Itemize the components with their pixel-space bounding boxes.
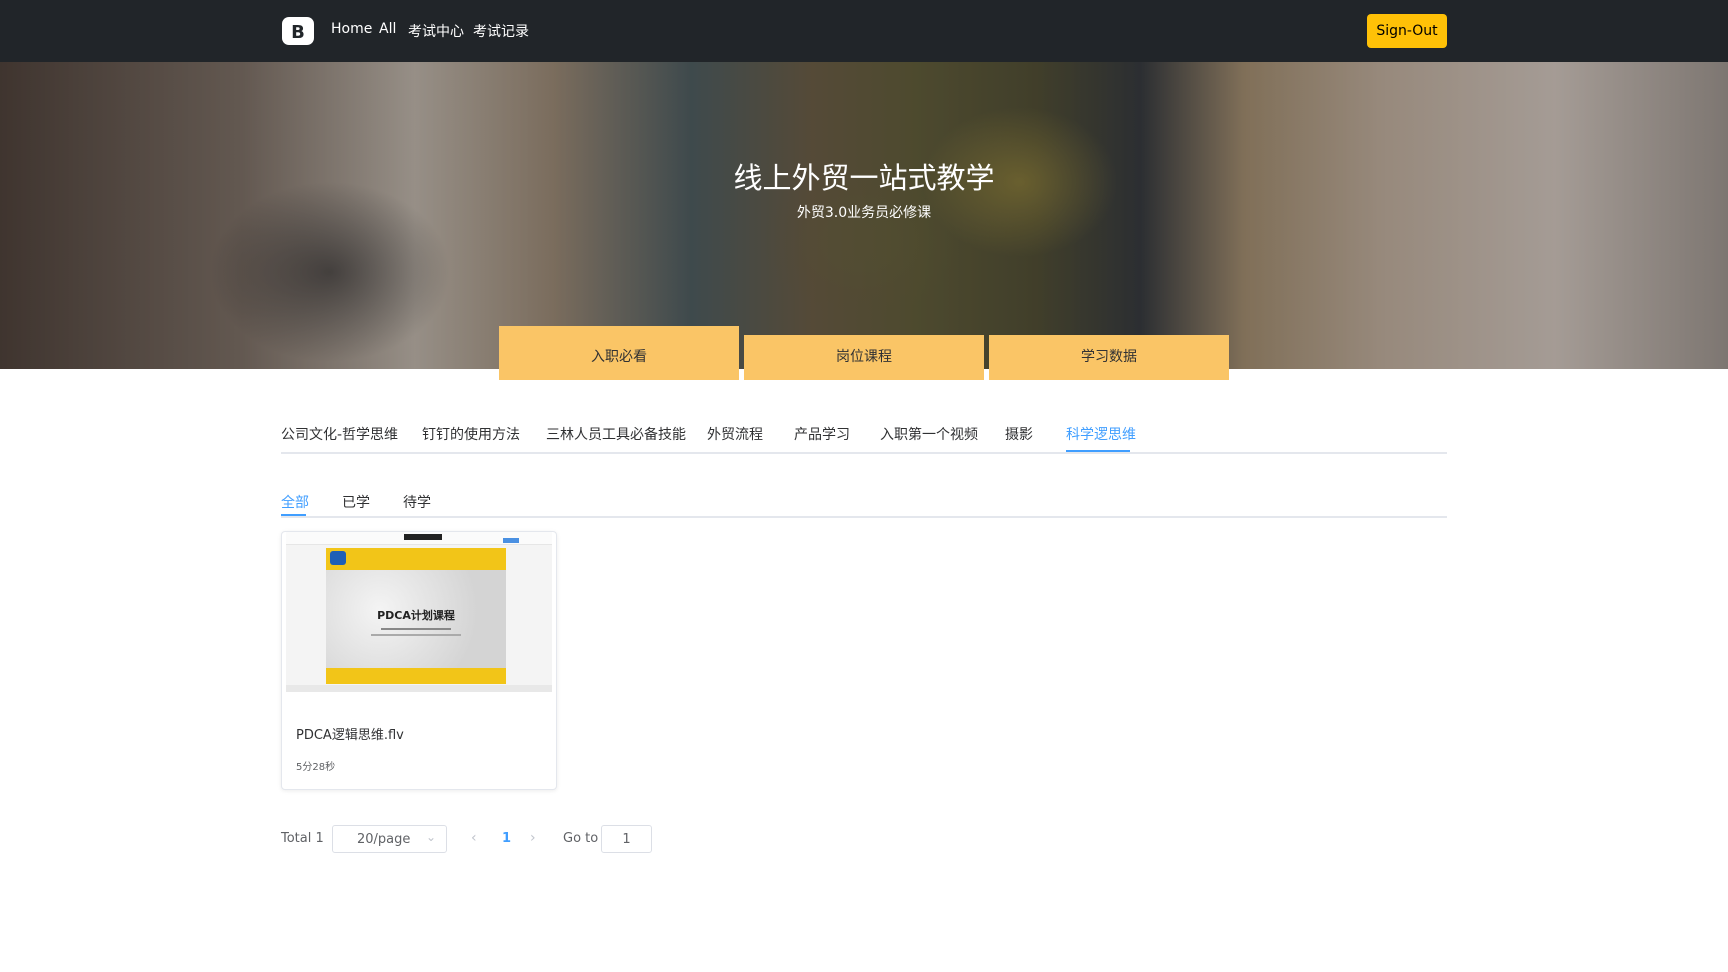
- tab-tool-skills[interactable]: 三林人员工具必备技能: [546, 424, 686, 444]
- tab-first-video[interactable]: 入职第一个视频: [880, 424, 978, 444]
- hero-subtitle: 外贸3.0业务员必修课: [796, 205, 932, 221]
- page-number[interactable]: 1: [502, 831, 511, 846]
- learning-data-button[interactable]: 学习数据: [989, 335, 1229, 380]
- thumbnail-record-bar: [404, 534, 442, 540]
- active-status-indicator: [281, 514, 306, 516]
- page-size-value: 20/page: [357, 832, 411, 847]
- slide-bottom-band: [326, 668, 506, 684]
- chevron-left-icon[interactable]: ‹: [471, 830, 477, 846]
- page-size-select[interactable]: 20/page ⌄: [332, 825, 447, 853]
- slide-logo-icon: [330, 551, 346, 565]
- tab-to-learn[interactable]: 待学: [403, 492, 431, 512]
- bootstrap-logo-icon[interactable]: B: [281, 16, 315, 46]
- tab-company-culture[interactable]: 公司文化-哲学思维: [281, 424, 398, 444]
- course-thumbnail: PDCA计划课程: [286, 532, 552, 692]
- thumbnail-slide: PDCA计划课程: [326, 548, 506, 684]
- course-title[interactable]: PDCA逻辑思维.flv: [296, 724, 404, 743]
- chevron-down-icon: ⌄: [425, 830, 436, 844]
- goto-page-input[interactable]: [601, 825, 652, 853]
- chevron-right-icon[interactable]: ›: [530, 830, 536, 846]
- status-tabs: 全部 已学 待学: [281, 478, 1447, 518]
- pagination-total: Total 1: [281, 831, 324, 846]
- tab-trade-process[interactable]: 外贸流程: [707, 424, 763, 444]
- tab-photography[interactable]: 摄影: [1005, 424, 1033, 444]
- course-duration: 5分28秒: [296, 762, 336, 773]
- tab-all[interactable]: 全部: [281, 492, 309, 512]
- nav-link-exam-center[interactable]: 考试中心: [408, 21, 464, 41]
- course-card[interactable]: PDCA计划课程 PDCA逻辑思维.flv 5分28秒: [281, 531, 557, 790]
- thumbnail-footer: [286, 685, 552, 692]
- slide-title: PDCA计划课程: [377, 609, 455, 622]
- sign-out-button[interactable]: Sign-Out: [1367, 14, 1447, 48]
- tab-dingtalk-usage[interactable]: 钉钉的使用方法: [422, 424, 520, 444]
- tab-scientific-logic[interactable]: 科学逻思维: [1066, 424, 1136, 444]
- goto-label: Go to: [563, 831, 599, 846]
- tab-product-learning[interactable]: 产品学习: [794, 424, 850, 444]
- top-navbar: B Home All 考试中心 考试记录 Sign-Out: [0, 0, 1728, 62]
- nav-link-home[interactable]: Home: [331, 21, 372, 37]
- position-courses-button[interactable]: 岗位课程: [744, 335, 984, 380]
- active-tab-indicator: [1066, 450, 1130, 452]
- hero-title: 线上外贸一站式教学: [733, 161, 995, 195]
- nav-link-all[interactable]: All: [379, 21, 396, 37]
- slide-subtitle-lines: [326, 628, 506, 636]
- onboarding-button[interactable]: 入职必看: [499, 326, 739, 380]
- thumbnail-blue-button: [503, 538, 519, 543]
- category-tabs: 公司文化-哲学思维 钉钉的使用方法 三林人员工具必备技能 外贸流程 产品学习 入…: [281, 412, 1447, 454]
- tab-learned[interactable]: 已学: [342, 492, 370, 512]
- hero-banner: 线上外贸一站式教学 外贸3.0业务员必修课: [0, 62, 1728, 369]
- brand-letter: B: [291, 22, 305, 43]
- nav-link-exam-records[interactable]: 考试记录: [473, 21, 529, 41]
